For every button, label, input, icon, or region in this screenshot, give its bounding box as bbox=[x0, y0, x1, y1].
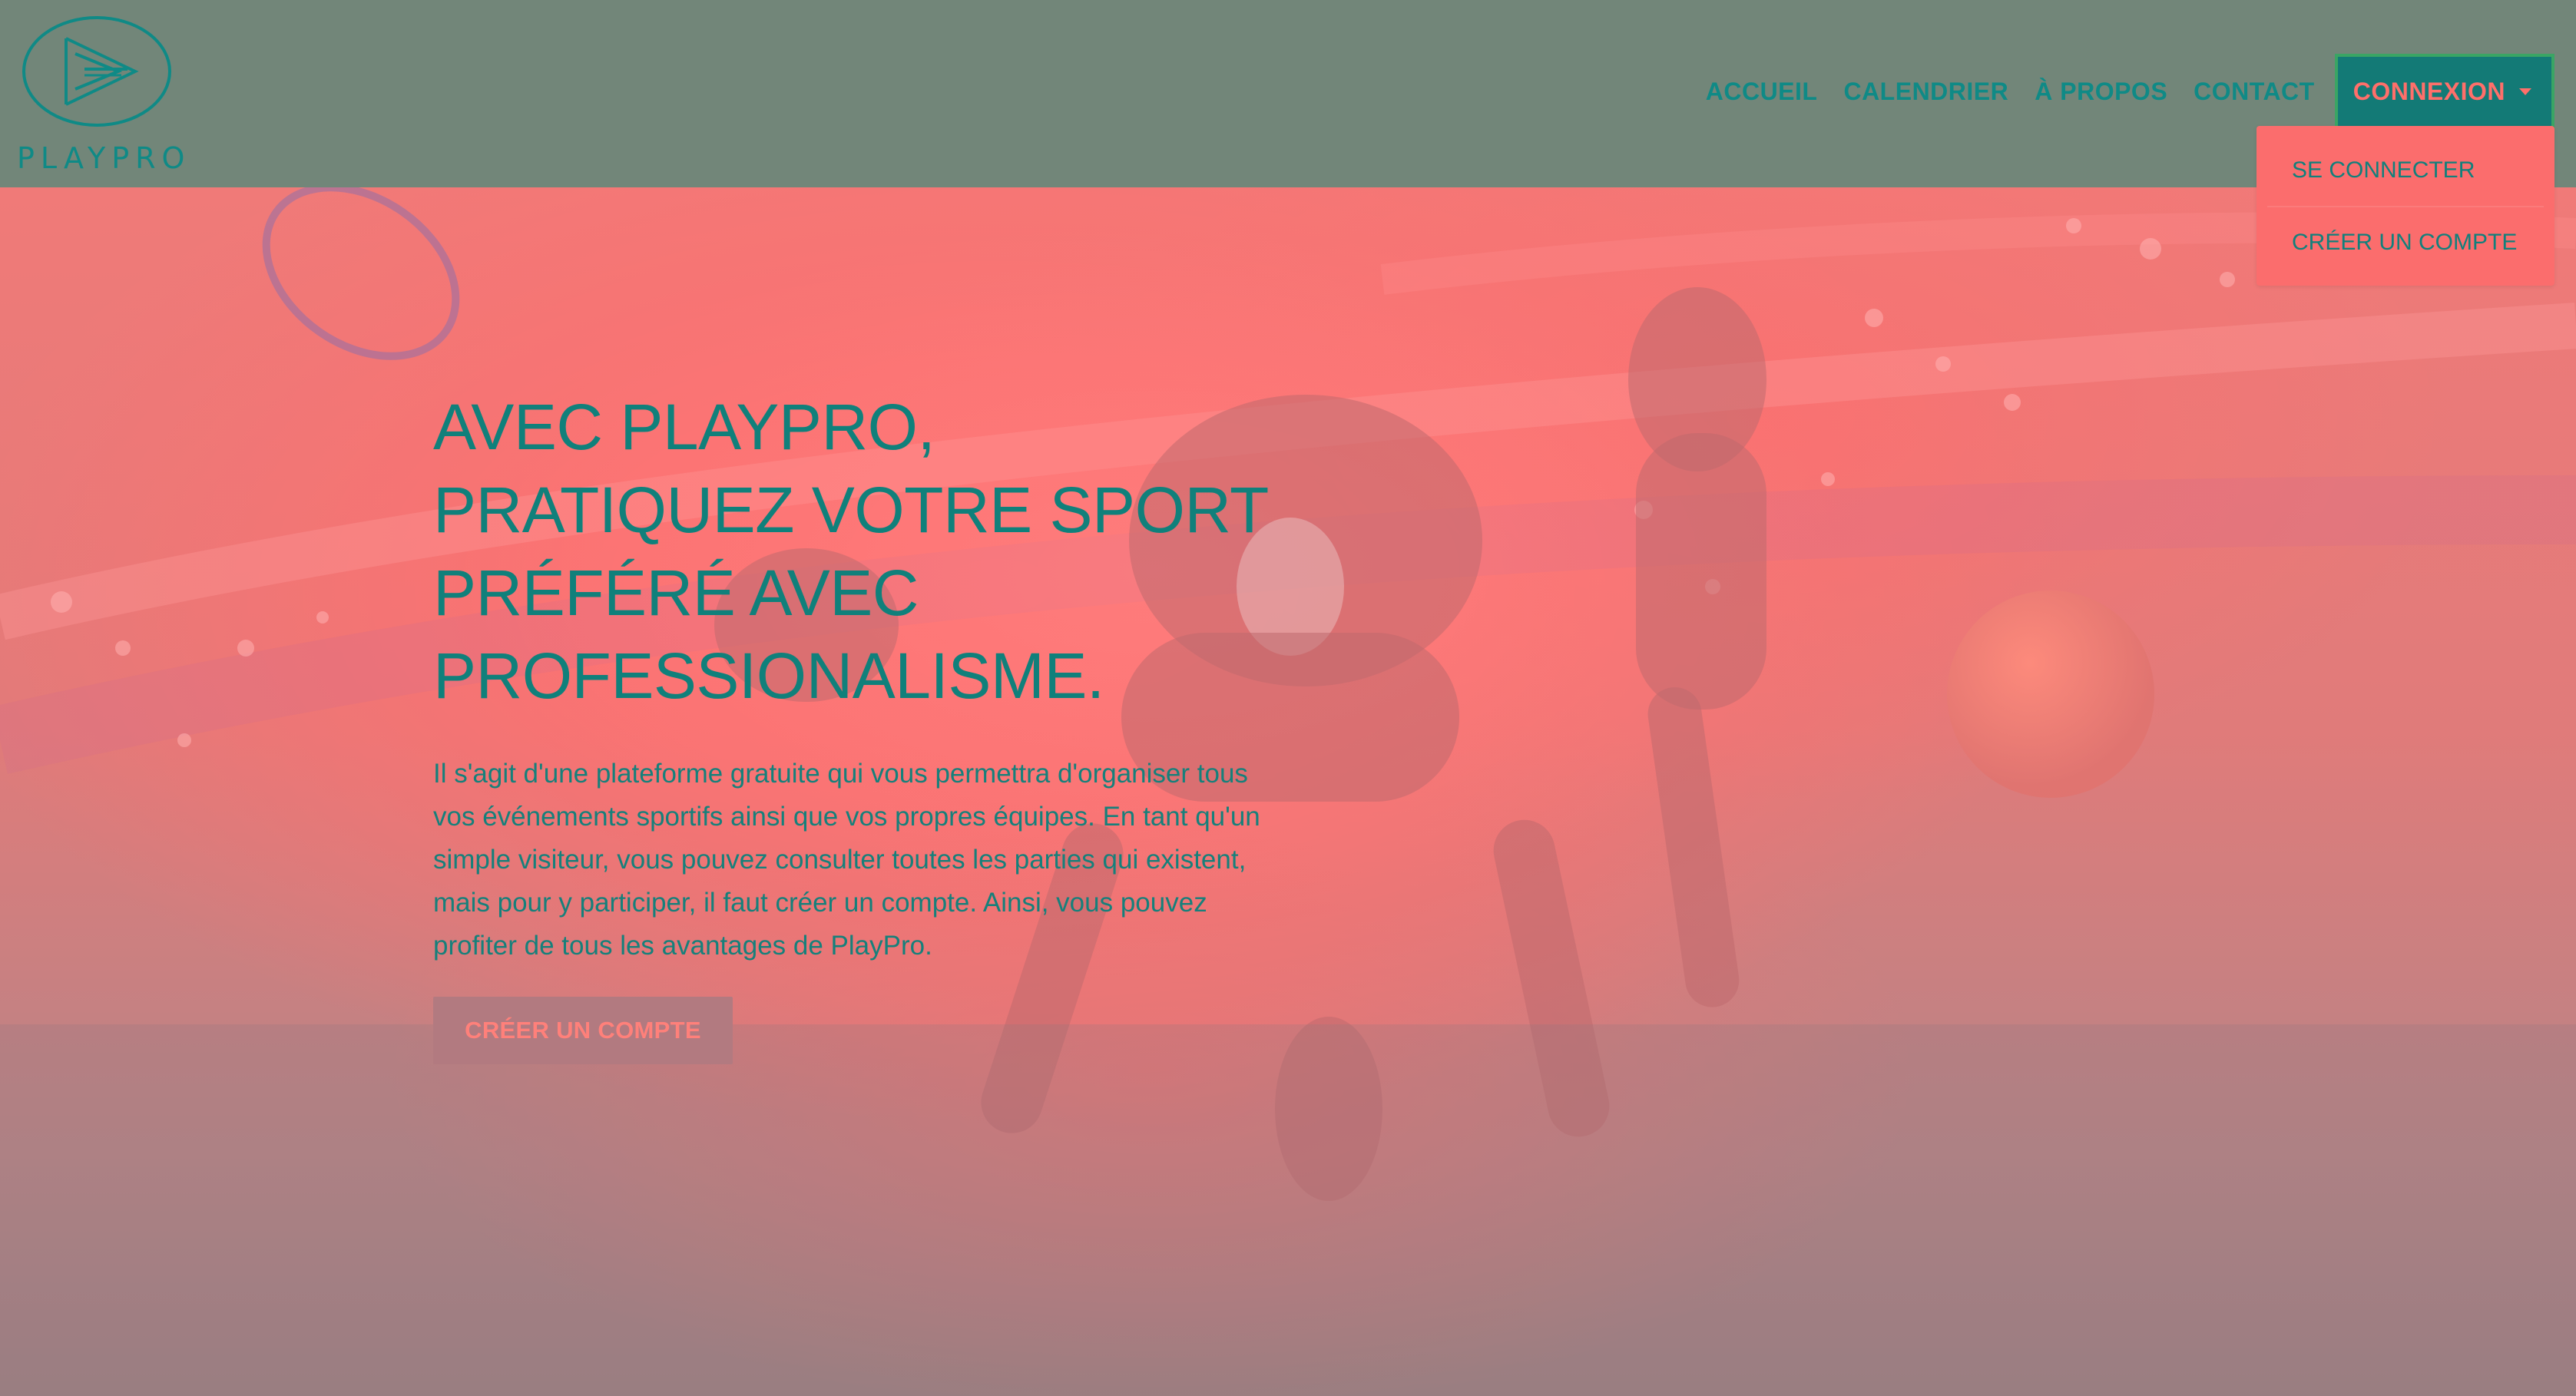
brand-name: PLAYPRO bbox=[17, 141, 191, 175]
hero-content: AVEC PLAYPRO, PRATIQUEZ VOTRE SPORT PRÉF… bbox=[433, 385, 1286, 1064]
connexion-dropdown-menu: SE CONNECTER CRÉER UN COMPTE bbox=[2256, 126, 2554, 286]
headline-line: AVEC PLAYPRO, bbox=[433, 391, 935, 463]
main-nav: ACCUEIL CALENDRIER À PROPOS CONTACT CONN… bbox=[1680, 54, 2554, 129]
nav-link-contact[interactable]: CONTACT bbox=[2194, 78, 2315, 106]
headline-line: PROFESSIONALISME. bbox=[433, 640, 1104, 712]
nav-link-calendrier[interactable]: CALENDRIER bbox=[1843, 78, 2008, 106]
connexion-label: CONNEXION bbox=[2353, 77, 2505, 105]
hero-section: AVEC PLAYPRO, PRATIQUEZ VOTRE SPORT PRÉF… bbox=[0, 187, 2576, 1396]
dropdown-item-se-connecter[interactable]: SE CONNECTER bbox=[2256, 135, 2554, 206]
navbar: PLAYPRO ACCUEIL CALENDRIER À PROPOS CONT… bbox=[0, 0, 2576, 187]
play-triangle-logo-icon bbox=[22, 16, 171, 127]
headline-line: PRATIQUEZ VOTRE SPORT bbox=[433, 474, 1269, 546]
brand-logo[interactable]: PLAYPRO bbox=[17, 12, 191, 175]
connexion-dropdown-toggle[interactable]: CONNEXION bbox=[2334, 54, 2554, 129]
dropdown-item-creer-compte[interactable]: CRÉER UN COMPTE bbox=[2256, 207, 2554, 278]
hero-description: Il s'agit d'une plateforme gratuite qui … bbox=[433, 759, 1260, 961]
hero-headline: AVEC PLAYPRO, PRATIQUEZ VOTRE SPORT PRÉF… bbox=[433, 385, 1286, 717]
nav-link-accueil[interactable]: ACCUEIL bbox=[1706, 78, 1818, 106]
sports-collage-image bbox=[0, 187, 2576, 1396]
caret-down-icon bbox=[2519, 88, 2531, 95]
nav-link-a-propos[interactable]: À PROPOS bbox=[2035, 78, 2167, 106]
headline-line: PRÉFÉRÉ AVEC bbox=[433, 557, 919, 629]
create-account-button[interactable]: CRÉER UN COMPTE bbox=[433, 997, 733, 1064]
page: PLAYPRO ACCUEIL CALENDRIER À PROPOS CONT… bbox=[0, 0, 2576, 1396]
